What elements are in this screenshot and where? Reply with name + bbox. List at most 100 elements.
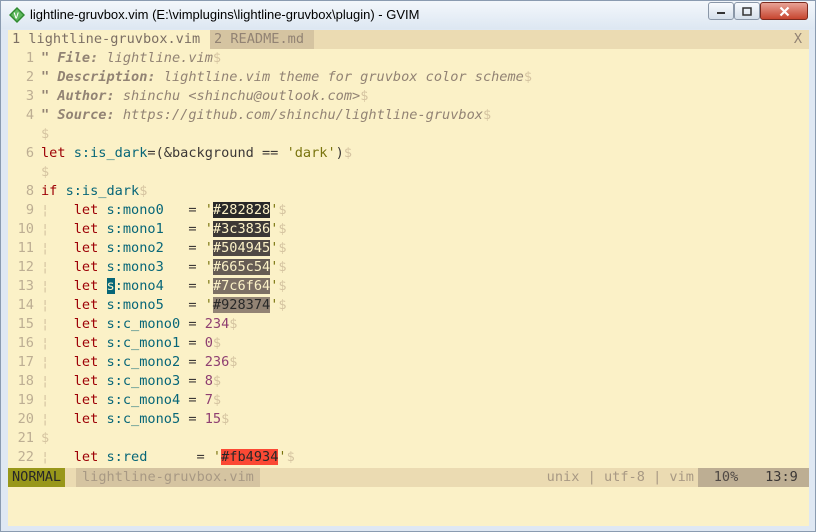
variable: s:c_mono1 bbox=[106, 335, 181, 351]
variable: s:c_mono0 bbox=[106, 316, 181, 332]
number-literal: 7 bbox=[204, 392, 213, 408]
tab-lightline-gruvbox[interactable]: 1 lightline-gruvbox.vim bbox=[8, 30, 210, 49]
gvim-window: V lightline-gruvbox.vim (E:\vimplugins\l… bbox=[0, 0, 816, 532]
keyword: let bbox=[73, 259, 99, 275]
number-literal: 236 bbox=[204, 354, 230, 370]
maximize-button[interactable] bbox=[734, 2, 760, 20]
indent-guide: ¦ bbox=[41, 373, 50, 389]
code-line: 1 " File: lightline.vim$ bbox=[8, 49, 809, 68]
keyword: let bbox=[73, 373, 99, 389]
comment-text: https://github.com/shinchu/lightline-gru… bbox=[114, 107, 483, 123]
eol-marker: $ bbox=[278, 297, 287, 313]
eol-marker: $ bbox=[482, 107, 492, 123]
indent-guide: ¦ bbox=[41, 259, 50, 275]
comment-key: " Description: bbox=[41, 69, 156, 85]
indent-guide: ¦ bbox=[41, 354, 50, 370]
eol-marker: $ bbox=[278, 259, 287, 275]
code-line: 15 ¦ let s:c_mono0 = 234$ bbox=[8, 315, 809, 334]
window-title: lightline-gruvbox.vim (E:\vimplugins\lig… bbox=[30, 7, 420, 22]
line-number: 22 bbox=[17, 449, 34, 465]
close-icon bbox=[779, 6, 789, 16]
eol-marker: $ bbox=[212, 373, 222, 389]
color-swatch: #fb4934 bbox=[221, 449, 279, 465]
statusline-filename: lightline-gruvbox.vim bbox=[76, 468, 260, 487]
eol-marker: $ bbox=[41, 126, 50, 142]
variable: :mono4 bbox=[114, 278, 164, 294]
eol-marker: $ bbox=[278, 221, 287, 237]
line-number: 17 bbox=[17, 354, 34, 370]
line-number: 4 bbox=[25, 107, 34, 123]
code-line: 14 ¦ let s:mono5 = '#928374'$ bbox=[8, 296, 809, 315]
code-line: 12 ¦ let s:mono3 = '#665c54'$ bbox=[8, 258, 809, 277]
variable: s:c_mono3 bbox=[106, 373, 181, 389]
keyword: let bbox=[73, 221, 99, 237]
eol-marker: $ bbox=[41, 164, 50, 180]
variable: s:is_dark bbox=[65, 183, 140, 199]
eol-marker: $ bbox=[360, 88, 369, 104]
title-bar[interactable]: V lightline-gruvbox.vim (E:\vimplugins\l… bbox=[1, 1, 815, 29]
variable: s:mono1 bbox=[106, 221, 164, 237]
code-line: 9 ¦ let s:mono0 = '#282828'$ bbox=[8, 201, 809, 220]
code-line: 6 let s:is_dark=(&background == 'dark')$ bbox=[8, 144, 809, 163]
variable: s:c_mono5 bbox=[106, 411, 181, 427]
line-number: 10 bbox=[17, 221, 34, 237]
line-number: 13 bbox=[17, 278, 34, 294]
comment-text: lightline.vim bbox=[98, 50, 213, 66]
indent-guide: ¦ bbox=[41, 449, 50, 465]
number-literal: 15 bbox=[204, 411, 222, 427]
operator-text: ) bbox=[335, 145, 344, 161]
vim-app-icon: V bbox=[9, 7, 25, 23]
code-line: 17 ¦ let s:c_mono2 = 236$ bbox=[8, 353, 809, 372]
line-number: 2 bbox=[25, 69, 34, 85]
line-number: 18 bbox=[17, 373, 34, 389]
code-line: 16 ¦ let s:c_mono1 = 0$ bbox=[8, 334, 809, 353]
color-swatch: #282828 bbox=[212, 202, 271, 218]
eol-marker: $ bbox=[278, 278, 287, 294]
close-tab-button[interactable]: X bbox=[794, 30, 802, 49]
mode-indicator: NORMAL bbox=[8, 468, 66, 487]
editor-area[interactable]: 1 lightline-gruvbox.vim 2 README.md X 1 "… bbox=[8, 30, 809, 526]
indent-guide: ¦ bbox=[41, 392, 50, 408]
code-line: $ bbox=[8, 125, 809, 144]
code-line: 11 ¦ let s:mono2 = '#504945'$ bbox=[8, 239, 809, 258]
variable: s:c_mono2 bbox=[106, 354, 181, 370]
line-number: 19 bbox=[17, 392, 34, 408]
statusline: NORMAL lightline-gruvbox.vim unix | utf-… bbox=[8, 468, 809, 487]
close-window-button[interactable] bbox=[760, 2, 808, 20]
variable: s:red bbox=[106, 449, 148, 465]
indent-guide: ¦ bbox=[41, 278, 50, 294]
comment-key: " File: bbox=[41, 50, 99, 66]
keyword: let bbox=[73, 297, 99, 313]
code-line: 4 " Source: https://github.com/shinchu/li… bbox=[8, 106, 809, 125]
tabline: 1 lightline-gruvbox.vim 2 README.md X bbox=[8, 30, 809, 49]
code-line: 3 " Author: shinchu <shinchu@outlook.com>… bbox=[8, 87, 809, 106]
minimize-icon bbox=[717, 12, 725, 14]
string-literal: 'dark' bbox=[286, 145, 336, 161]
line-number: 3 bbox=[25, 88, 34, 104]
comment-key: " Author: bbox=[41, 88, 115, 104]
eol-marker: $ bbox=[221, 411, 230, 427]
keyword: let bbox=[73, 354, 99, 370]
eol-marker: $ bbox=[278, 240, 287, 256]
command-line[interactable] bbox=[8, 487, 809, 526]
line-number: 14 bbox=[17, 297, 34, 313]
cursor-position: 13:9 bbox=[754, 468, 809, 487]
number-literal: 234 bbox=[204, 316, 230, 332]
minimize-button[interactable] bbox=[708, 2, 734, 20]
eol-marker: $ bbox=[212, 392, 222, 408]
variable: s:is_dark bbox=[73, 145, 148, 161]
keyword: let bbox=[73, 316, 99, 332]
color-swatch: #3c3836 bbox=[212, 221, 271, 237]
code-line: 13 ¦ let s:mono4 = '#7c6f64'$ bbox=[8, 277, 809, 296]
color-swatch: #504945 bbox=[212, 240, 271, 256]
tab-readme[interactable]: 2 README.md bbox=[210, 30, 314, 49]
fileformat-info: unix | utf-8 | vim bbox=[546, 469, 694, 485]
variable: s:mono3 bbox=[106, 259, 164, 275]
line-number: 1 bbox=[25, 50, 34, 66]
comment-key: " Source: bbox=[41, 107, 115, 123]
keyword: let bbox=[41, 145, 66, 161]
color-swatch: #665c54 bbox=[212, 259, 271, 275]
line-number: 15 bbox=[17, 316, 34, 332]
keyword: let bbox=[73, 449, 99, 465]
code-line: 22 ¦ let s:red = '#fb4934'$ bbox=[8, 448, 809, 467]
